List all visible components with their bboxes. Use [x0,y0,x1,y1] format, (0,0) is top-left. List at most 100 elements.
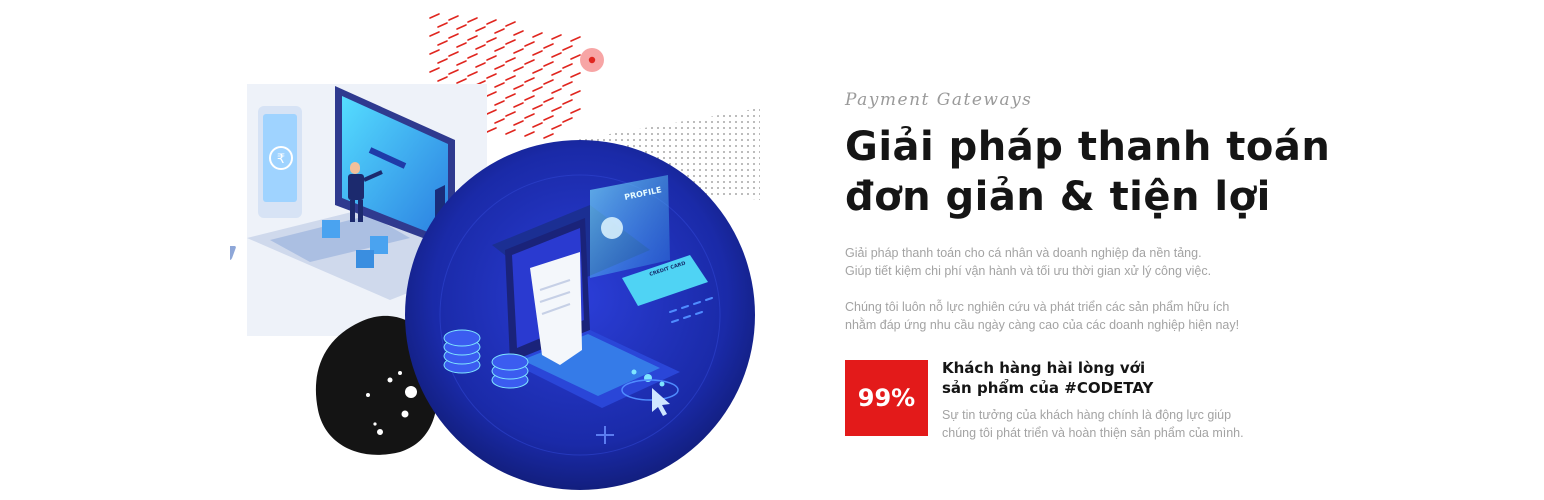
red-dash [524,77,535,83]
red-dash [551,34,562,40]
red-dash [551,88,562,94]
intro-line-1: Giải pháp thanh toán cho cá nhân và doan… [845,246,1202,260]
red-dash [513,30,524,36]
red-dash [543,79,554,85]
red-dash [429,13,440,19]
mission-line-1: Chúng tôi luôn nỗ lực nghiên cứu và phát… [845,300,1230,314]
red-dash [524,113,535,119]
red-dash [448,33,459,39]
red-dash [475,26,486,32]
payment-content: Payment Gateways Giải pháp thanh toán đơ… [845,86,1445,440]
red-dash [505,57,516,63]
red-dash [486,37,497,43]
mission-line-2: nhằm đáp ứng nhu cầu ngày càng cao của c… [845,318,1240,332]
stat-title-line-1: Khách hàng hài lòng với [942,359,1146,377]
red-dash [513,84,524,90]
stat-badge: 99% [845,360,928,436]
red-dash [505,129,516,135]
red-dash [524,41,535,47]
red-dash [532,104,543,110]
red-dash [467,71,478,77]
red-dash [524,59,535,65]
red-dash [494,118,505,124]
red-dash [486,127,497,133]
red-dash [570,36,581,42]
section-title: Giải pháp thanh toán đơn giản & tiện lợi [845,122,1445,222]
red-dash [532,50,543,56]
stat-title: Khách hàng hài lòng với sản phẩm của #CO… [942,358,1202,398]
stat-desc-line-2: chúng tôi phát triển và hoàn thiện sản p… [942,426,1244,440]
red-dash [505,93,516,99]
intro-paragraph: Giải pháp thanh toán cho cá nhân và doan… [845,244,1445,280]
red-dash [551,70,562,76]
red-dash [513,48,524,54]
red-dash [467,53,478,59]
red-dash [532,32,543,38]
red-dash [494,64,505,70]
red-dash [505,75,516,81]
red-dash [437,40,448,46]
red-dash [456,60,467,66]
red-dash [486,73,497,79]
red-dash [505,39,516,45]
red-dash [570,54,581,60]
red-dash [543,43,554,49]
red-dash [570,72,581,78]
red-dash [494,100,505,106]
red-dash [467,17,478,23]
satisfaction-stat: 99% Khách hàng hài lòng với sản phẩm của… [845,358,1445,442]
red-dash [448,51,459,57]
red-dash [429,49,440,55]
red-dash [570,108,581,114]
red-dash [562,63,573,69]
red-dash [551,52,562,58]
red-dash [562,45,573,51]
red-dash [467,35,478,41]
red-dash [551,106,562,112]
red-dash [513,102,524,108]
red-dash [448,15,459,21]
red-dash [543,133,554,139]
red-dash [551,124,562,130]
red-dash [486,91,497,97]
red-dash [513,120,524,126]
red-dash [456,42,467,48]
red-dash [524,131,535,137]
stat-desc-line-1: Sự tin tưởng của khách hàng chính là độn… [942,408,1232,422]
red-dash [437,58,448,64]
red-dash [543,115,554,121]
red-dash [543,97,554,103]
red-dash [486,19,497,25]
red-dash [543,61,554,67]
mission-paragraph: Chúng tôi luôn nỗ lực nghiên cứu và phát… [845,298,1445,334]
red-dash [524,95,535,101]
red-dash [532,68,543,74]
title-line-2: đơn giản & tiện lợi [845,174,1271,220]
red-dash [562,117,573,123]
red-dash [475,44,486,50]
red-dash [505,21,516,27]
red-dash [505,111,516,117]
stat-description: Sự tin tưởng của khách hàng chính là độn… [942,406,1422,442]
title-line-1: Giải pháp thanh toán [845,124,1331,170]
red-dash [562,99,573,105]
red-dash [486,109,497,115]
red-dash [494,82,505,88]
red-dash [437,22,448,28]
red-dash [456,24,467,30]
red-dash [513,66,524,72]
red-dash [570,90,581,96]
red-dash [532,86,543,92]
red-dash [456,78,467,84]
red-dash [494,28,505,34]
red-dash [532,122,543,128]
red-dash [562,81,573,87]
red-dash [486,55,497,61]
payment-circle-illustration: PROFILE CREDIT CARD [405,140,755,490]
red-dash [448,69,459,75]
payment-illustration: ₹ PROFILE CREDIT CARD [230,0,790,500]
red-dash [475,62,486,68]
red-dash [429,67,440,73]
section-eyebrow: Payment Gateways [845,90,1033,110]
stat-text: Khách hàng hài lòng với sản phẩm của #CO… [942,358,1422,442]
